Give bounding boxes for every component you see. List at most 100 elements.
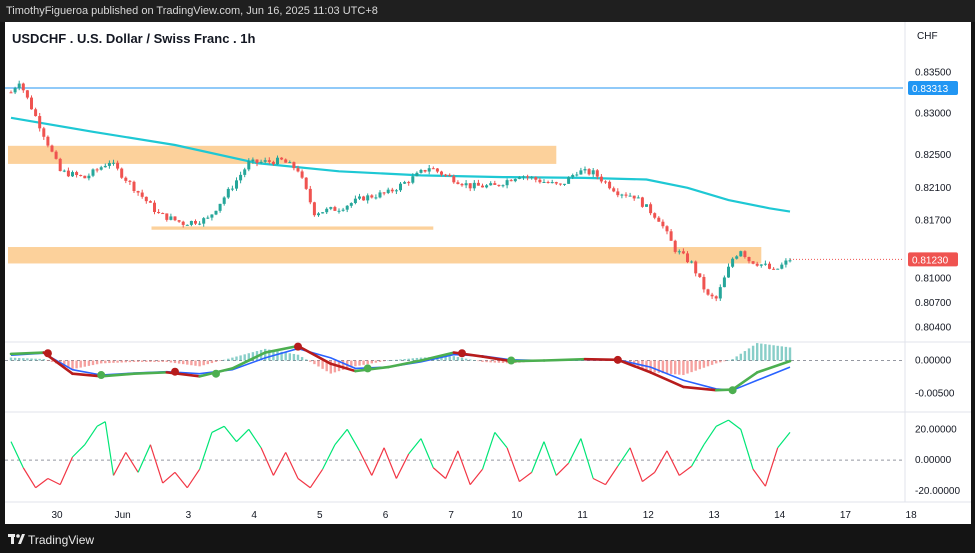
candles	[9, 80, 792, 302]
x-tick-label: 4	[251, 510, 257, 521]
oscillator-histogram-bar	[756, 343, 759, 361]
candle-body	[161, 213, 165, 215]
oscillator2-segment	[334, 428, 348, 446]
oscillator-histogram-bar	[776, 345, 779, 361]
oscillator-histogram-bar	[132, 360, 136, 362]
oscillator-fast-segment	[386, 359, 423, 369]
candle-body	[296, 168, 300, 172]
candle-body	[280, 157, 284, 160]
candle-body	[46, 136, 50, 146]
candle-body	[538, 179, 542, 183]
oscillator-histogram-bar	[378, 360, 382, 362]
oscillator-histogram-bar	[22, 358, 25, 361]
candle-body	[71, 172, 74, 177]
oscillator-histogram-bar	[231, 357, 234, 361]
oscillator-histogram-bar	[13, 357, 17, 361]
candle-body	[169, 216, 173, 220]
oscillator2-tick-label: 0.00000	[915, 455, 952, 466]
oscillator-histogram-bar	[706, 360, 710, 367]
oscillator-histogram-bar	[300, 357, 304, 361]
candle-body	[673, 240, 677, 252]
candle-body	[116, 162, 120, 169]
x-tick-label: 7	[448, 510, 454, 521]
candle-body	[226, 188, 230, 198]
x-tick-label: 13	[708, 510, 720, 521]
oscillator-histogram-bar	[161, 360, 164, 362]
oscillator-histogram-bar	[149, 360, 152, 362]
candle-body	[9, 92, 13, 94]
oscillator-histogram-bar	[190, 360, 193, 366]
candle-body	[599, 176, 603, 182]
candle-body	[468, 183, 472, 189]
candle-body	[620, 194, 624, 196]
oscillator-histogram-bar	[194, 360, 197, 366]
oscillator2-segment	[506, 447, 520, 482]
candle-body	[341, 209, 345, 211]
candle-body	[608, 181, 612, 189]
oscillator-tick-label: -0.00500	[915, 389, 955, 400]
oscillator-histogram-bar	[481, 360, 484, 362]
candle-body	[448, 174, 452, 177]
oscillator2-segment	[125, 452, 139, 473]
oscillator2-segment	[740, 429, 754, 470]
candle-body	[25, 90, 29, 98]
price-zone	[8, 145, 557, 164]
candle-body	[157, 211, 161, 214]
oscillator-histogram-bar	[124, 360, 127, 363]
oscillator-histogram-bar	[186, 360, 189, 365]
candle-body	[153, 202, 156, 212]
oscillator-histogram-bar	[358, 360, 361, 366]
oscillator2-segment	[752, 468, 766, 487]
oscillator-histogram-bar	[735, 356, 738, 361]
candle-body	[390, 189, 394, 192]
candle-body	[62, 170, 66, 172]
candle-body	[136, 191, 140, 193]
oscillator-histogram-bar	[309, 360, 312, 362]
x-tick-label: 3	[186, 510, 192, 521]
oscillator-histogram-bar	[395, 359, 398, 361]
price-tick-label: 0.83000	[915, 109, 952, 120]
oscillator-histogram-bar	[382, 360, 386, 362]
oscillator-histogram-bar	[165, 360, 168, 362]
candle-body	[464, 183, 468, 186]
candle-body	[489, 183, 493, 186]
candle-body	[743, 251, 747, 258]
candle-body	[370, 195, 374, 198]
oscillator-histogram-bar	[173, 360, 177, 364]
oscillator2-segment	[568, 438, 582, 464]
oscillator2-segment	[112, 452, 127, 476]
oscillator-histogram-bar	[206, 360, 209, 365]
oscillator-histogram-bar	[83, 360, 86, 367]
candle-body	[235, 180, 238, 189]
oscillator-histogram-bar	[391, 360, 394, 361]
oscillator-histogram-bar	[354, 360, 357, 367]
oscillator2-segment	[137, 444, 151, 473]
oscillator-histogram-bar	[30, 358, 33, 361]
candle-body	[739, 251, 743, 257]
candle-body	[522, 176, 525, 178]
oscillator-histogram-bar	[38, 358, 41, 361]
oscillator-histogram-bar	[321, 360, 324, 369]
candle-body	[128, 180, 132, 182]
candle-body	[308, 188, 312, 203]
candle-body	[702, 276, 706, 290]
oscillator-histogram-bar	[743, 351, 747, 361]
candle-body	[21, 83, 25, 91]
candle-body	[472, 182, 476, 189]
candle-body	[653, 213, 657, 218]
candle-body	[714, 296, 718, 299]
horizontal-line[interactable]: 0.83313	[5, 80, 958, 95]
oscillator-histogram-bar	[780, 346, 783, 361]
oscillator-histogram-bar	[473, 360, 476, 361]
candle-body	[563, 183, 566, 185]
oscillator-histogram-bar	[169, 360, 173, 363]
oscillator-histogram-bar	[305, 359, 308, 361]
oscillator-histogram-bar	[702, 360, 706, 368]
chart-canvas[interactable]: 0.83313 30 Jun 3 4 5 6 7 10 11 12 13 14 17 18 0.83500 0…	[5, 22, 971, 524]
candle-body	[476, 182, 480, 186]
candle-body	[427, 168, 431, 172]
oscillator-histogram-bar	[715, 360, 718, 364]
candle-body	[107, 162, 111, 166]
candle-body	[124, 177, 128, 181]
oscillator2-segment	[728, 419, 742, 430]
